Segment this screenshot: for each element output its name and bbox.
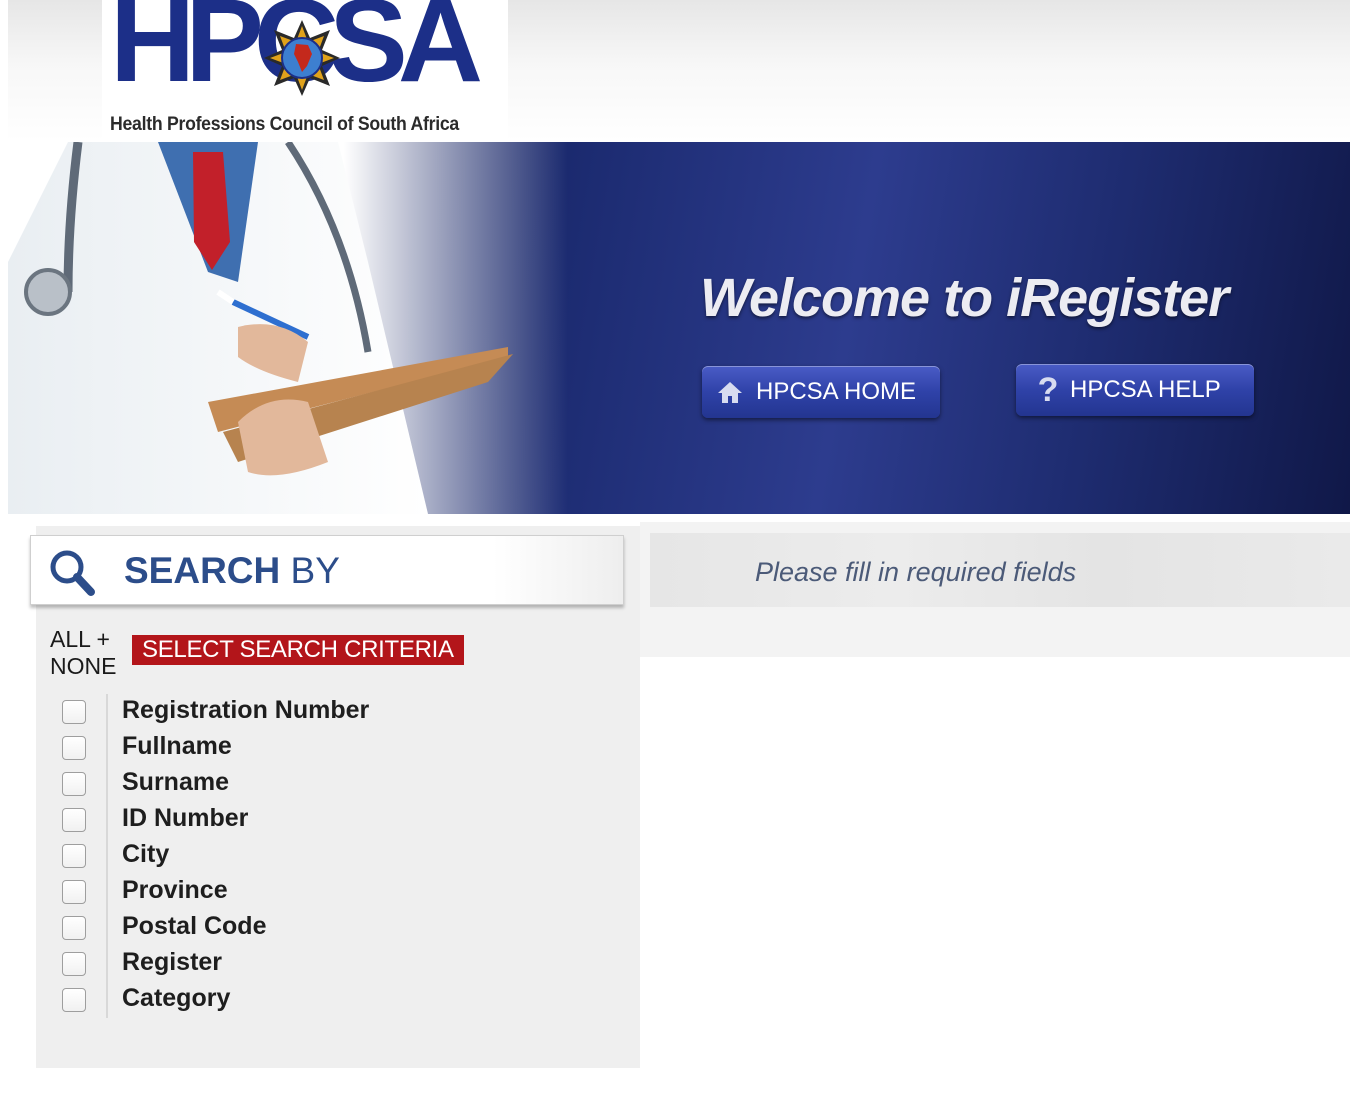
- globe-emblem-icon: [264, 20, 340, 96]
- hpcsa-help-button[interactable]: ? HPCSA HELP: [1016, 364, 1254, 416]
- select-all-link[interactable]: ALL +: [50, 626, 116, 653]
- criteria-label[interactable]: Postal Code: [122, 912, 266, 941]
- criteria-label[interactable]: City: [122, 840, 169, 869]
- required-fields-message: Please fill in required fields: [755, 557, 1077, 587]
- criteria-checkbox[interactable]: [62, 736, 86, 760]
- criteria-checkbox[interactable]: [62, 808, 86, 832]
- select-criteria-badge: SELECT SEARCH CRITERIA: [132, 635, 464, 665]
- logo-subtitle: Health Professions Council of South Afri…: [110, 114, 459, 135]
- hpcsa-logo[interactable]: HPCSA Health Professions Council of Sout…: [102, 0, 508, 142]
- select-none-link[interactable]: NONE: [50, 653, 116, 680]
- doctor-illustration: [8, 142, 513, 514]
- hpcsa-home-label: HPCSA HOME: [756, 378, 917, 405]
- criteria-checkbox[interactable]: [62, 772, 86, 796]
- criteria-checkbox[interactable]: [62, 916, 86, 940]
- criteria-checkbox[interactable]: [62, 988, 86, 1012]
- criteria-checkbox[interactable]: [62, 880, 86, 904]
- search-by-header: SEARCH BY: [30, 535, 624, 605]
- search-icon: [50, 550, 95, 596]
- hpcsa-help-label: HPCSA HELP: [1070, 376, 1221, 403]
- criteria-checkbox[interactable]: [62, 700, 86, 724]
- criteria-label[interactable]: Registration Number: [122, 696, 369, 725]
- home-icon: [716, 378, 744, 406]
- welcome-banner: Welcome to iRegister HPCSA HOME ? HPCSA …: [8, 142, 1350, 514]
- all-none-toggle: ALL + NONE: [50, 626, 116, 680]
- hpcsa-home-button[interactable]: HPCSA HOME: [702, 366, 940, 418]
- criteria-label[interactable]: Register: [122, 948, 222, 977]
- criteria-checkbox[interactable]: [62, 844, 86, 868]
- criteria-label[interactable]: Fullname: [122, 732, 232, 761]
- criteria-label[interactable]: ID Number: [122, 804, 248, 833]
- criteria-label[interactable]: Surname: [122, 768, 229, 797]
- question-icon: ?: [1037, 370, 1059, 409]
- search-by-title: SEARCH BY: [124, 550, 340, 591]
- criteria-checkbox[interactable]: [62, 952, 86, 976]
- criteria-label[interactable]: Province: [122, 876, 228, 905]
- options-divider: [106, 694, 108, 1018]
- criteria-label[interactable]: Category: [122, 984, 230, 1013]
- welcome-heading: Welcome to iRegister: [700, 268, 1229, 328]
